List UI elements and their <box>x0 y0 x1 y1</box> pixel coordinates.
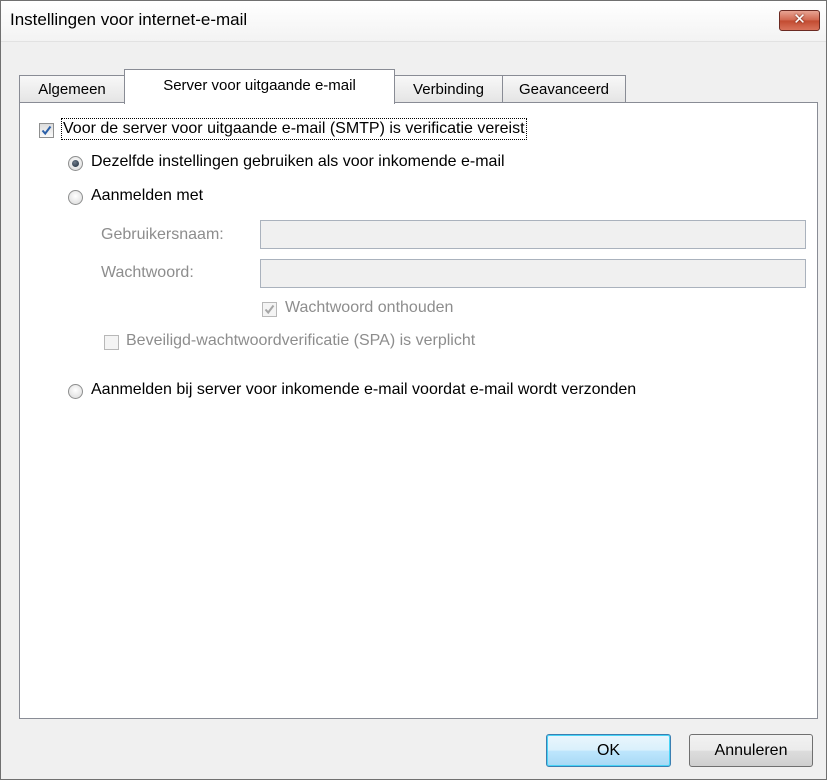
tab-algemeen[interactable]: Algemeen <box>19 75 125 103</box>
remember-password-label: Wachtwoord onthouden <box>285 299 454 316</box>
spa-label: Beveiligd-wachtwoordverificatie (SPA) is… <box>126 332 476 349</box>
checkmark-icon <box>41 125 52 136</box>
password-field[interactable] <box>260 259 806 288</box>
password-label: Wachtwoord: <box>101 264 194 281</box>
radio-same-settings[interactable] <box>68 156 83 171</box>
username-label: Gebruikersnaam: <box>101 226 224 243</box>
tab-server-uitgaande-email[interactable]: Server voor uitgaande e-mail <box>124 69 395 104</box>
close-icon: ✕ <box>793 10 806 28</box>
remember-password-checkbox[interactable] <box>262 302 277 317</box>
radio-login-incoming-first-label: Aanmelden bij server voor inkomende e-ma… <box>91 381 637 398</box>
ok-button[interactable]: OK <box>546 734 671 767</box>
tab-verbinding[interactable]: Verbinding <box>394 75 503 103</box>
radio-selected-dot <box>72 160 79 167</box>
radio-login-with-label: Aanmelden met <box>91 187 204 204</box>
close-button[interactable]: ✕ <box>779 10 820 31</box>
radio-login-with[interactable] <box>68 190 83 205</box>
smtp-auth-label: Voor de server voor uitgaande e-mail (SM… <box>61 118 527 140</box>
tab-panel: Voor de server voor uitgaande e-mail (SM… <box>19 102 818 719</box>
radio-same-settings-label: Dezelfde instellingen gebruiken als voor… <box>91 153 505 170</box>
checkmark-icon <box>264 304 275 315</box>
settings-dialog: Instellingen voor internet-e-mail ✕ Alge… <box>0 0 827 780</box>
tab-geavanceerd[interactable]: Geavanceerd <box>502 75 626 103</box>
radio-login-incoming-first[interactable] <box>68 384 83 399</box>
title-bar: Instellingen voor internet-e-mail ✕ <box>1 1 826 42</box>
cancel-button[interactable]: Annuleren <box>689 734 813 767</box>
window-title: Instellingen voor internet-e-mail <box>10 10 248 29</box>
spa-checkbox[interactable] <box>104 335 119 350</box>
smtp-auth-checkbox[interactable] <box>39 123 54 138</box>
username-field[interactable] <box>260 220 806 249</box>
